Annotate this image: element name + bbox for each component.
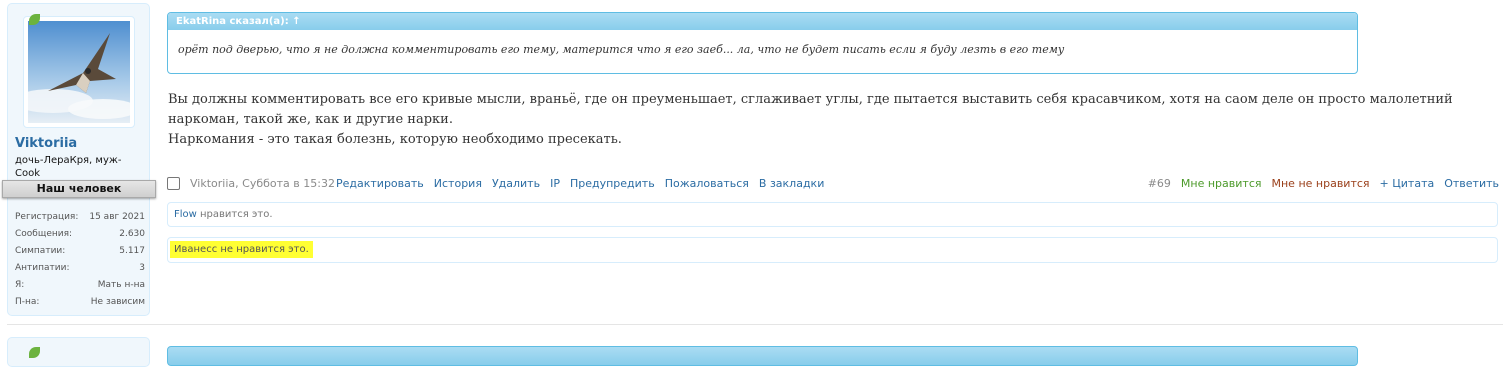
- message-body: Вы должны комментировать все его кривые …: [168, 90, 1458, 150]
- post-actions: Редактировать История Удалить IP Предупредит…: [336, 175, 834, 193]
- stat-row: П-на: Не зависим: [15, 297, 145, 307]
- report-link[interactable]: Пожаловаться: [665, 177, 749, 190]
- author-date: Viktoriia, Суббота в 15:32: [190, 175, 335, 193]
- message-paragraph: Наркомания - это такая болезнь, которую …: [168, 132, 622, 147]
- stat-row: Сообщения: 2.630: [15, 229, 145, 239]
- stat-row: Симпатии: 5.117: [15, 246, 145, 256]
- message-meta: Viktoriia, Суббота в 15:32 Редактировать…: [167, 175, 1499, 193]
- post-separator: [7, 324, 1503, 325]
- avatar-image: [28, 21, 130, 123]
- stat-row: Антипатии: 3: [15, 263, 145, 273]
- post-number[interactable]: #69: [1148, 177, 1171, 190]
- author-name[interactable]: Viktoriia: [190, 177, 235, 190]
- likes-summary: Flow нравится это.: [167, 202, 1498, 227]
- select-checkbox[interactable]: [167, 177, 180, 190]
- post-controls: #69 Мне нравится Мне не нравится + Цитата От…: [1138, 175, 1499, 193]
- quote-text: орёт под дверью, что я не должна коммент…: [178, 43, 1065, 56]
- dislikes-text: Иванесс не нравится это.: [170, 241, 313, 258]
- dislike-button[interactable]: Мне не нравится: [1272, 177, 1370, 190]
- username[interactable]: Viktoriia: [15, 136, 77, 151]
- post-date[interactable]: , Суббота в 15:32: [235, 177, 335, 190]
- bookmark-link[interactable]: В закладки: [759, 177, 824, 190]
- user-panel: Viktoriia дочь-ЛераКря, муж-Cook Наш чел…: [2, 3, 156, 316]
- quote-header[interactable]: EkatRina сказал(а): ↑: [168, 13, 1357, 30]
- message-paragraph: Вы должны комментировать все его кривые …: [168, 92, 1453, 127]
- warn-link[interactable]: Предупредить: [570, 177, 655, 190]
- next-quote-header: [167, 346, 1358, 366]
- quote-button[interactable]: + Цитата: [1380, 177, 1435, 190]
- like-user-link[interactable]: Flow: [174, 209, 197, 220]
- user-stats: Регистрация: 15 авг 2021 Сообщения: 2.630 …: [15, 209, 145, 311]
- history-link[interactable]: История: [434, 177, 482, 190]
- user-banner: Наш человек: [2, 180, 156, 198]
- avatar[interactable]: [23, 16, 135, 128]
- stat-row: Я: Мать н-на: [15, 280, 145, 290]
- edit-link[interactable]: Редактировать: [336, 177, 424, 190]
- ip-link[interactable]: IP: [550, 177, 560, 190]
- user-title: дочь-ЛераКря, муж-Cook: [15, 155, 122, 179]
- stat-row: Регистрация: 15 авг 2021: [15, 212, 145, 222]
- quote-block: EkatRina сказал(а): ↑ орёт под дверью, ч…: [167, 12, 1358, 74]
- like-button[interactable]: Мне нравится: [1181, 177, 1262, 190]
- dislikes-summary: Иванесс не нравится это.: [167, 237, 1498, 263]
- likes-text: нравится это.: [196, 209, 273, 220]
- reply-button[interactable]: Ответить: [1444, 177, 1499, 190]
- delete-link[interactable]: Удалить: [492, 177, 540, 190]
